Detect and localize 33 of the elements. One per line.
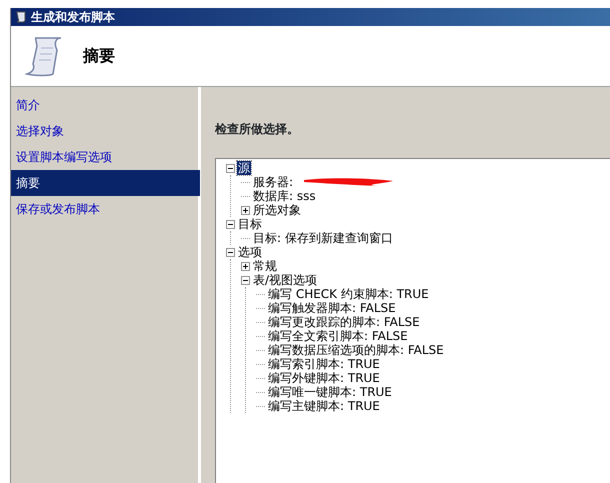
tree-node-label[interactable]: 选项 [237, 245, 263, 259]
tree-node-label[interactable]: 源 [237, 161, 251, 175]
sidebar-item[interactable]: 选择对象 [11, 118, 200, 144]
expand-icon[interactable] [241, 206, 250, 214]
tree-node-label[interactable]: 编写触发器脚本: FALSE [267, 301, 397, 315]
collapse-icon[interactable] [226, 248, 235, 256]
sidebar-item[interactable]: 简介 [11, 92, 200, 118]
tree-node-label[interactable]: 目标: 保存到新建查询窗口 [252, 231, 394, 245]
expand-icon[interactable] [241, 262, 250, 270]
collapse-icon[interactable] [226, 220, 235, 228]
tree-node-label[interactable]: 编写外键脚本: TRUE [267, 371, 381, 385]
tree-node-label[interactable]: 编写更改跟踪的脚本: FALSE [267, 315, 421, 329]
tree-node-label[interactable]: 常规 [252, 259, 278, 273]
window-title: 生成和发布脚本 [31, 9, 115, 26]
tree-node-label[interactable]: 目标 [237, 217, 263, 231]
sidebar-item[interactable]: 保存或发布脚本 [11, 196, 200, 222]
tree-node-label[interactable]: 服务器: [252, 175, 294, 189]
tree-node-label[interactable]: 数据库: sss [252, 189, 317, 203]
tree-node-label[interactable]: 编写全文索引脚本: FALSE [267, 329, 409, 343]
sidebar-item[interactable]: 摘要 [11, 170, 200, 196]
tree-node-label[interactable]: 编写唯一键脚本: TRUE [267, 385, 393, 399]
section-heading: 检查所做选择。 [215, 121, 300, 138]
tree-node-label[interactable]: 编写数据压缩选项的脚本: FALSE [267, 343, 445, 357]
tree-node-label[interactable]: 编写索引脚本: TRUE [267, 357, 381, 371]
tree-node-label[interactable]: 编写主键脚本: TRUE [267, 399, 381, 413]
sidebar-item[interactable]: 设置脚本编写选项 [11, 144, 200, 170]
collapse-icon[interactable] [241, 276, 250, 284]
page-title: 摘要 [83, 45, 115, 67]
tree-node-label[interactable]: 所选对象 [252, 203, 302, 217]
tree-node-label[interactable]: 表/视图选项 [252, 273, 318, 287]
tree-node-label[interactable]: 编写 CHECK 约束脚本: TRUE [267, 287, 430, 301]
scroll-icon [15, 11, 27, 23]
collapse-icon[interactable] [226, 164, 235, 172]
